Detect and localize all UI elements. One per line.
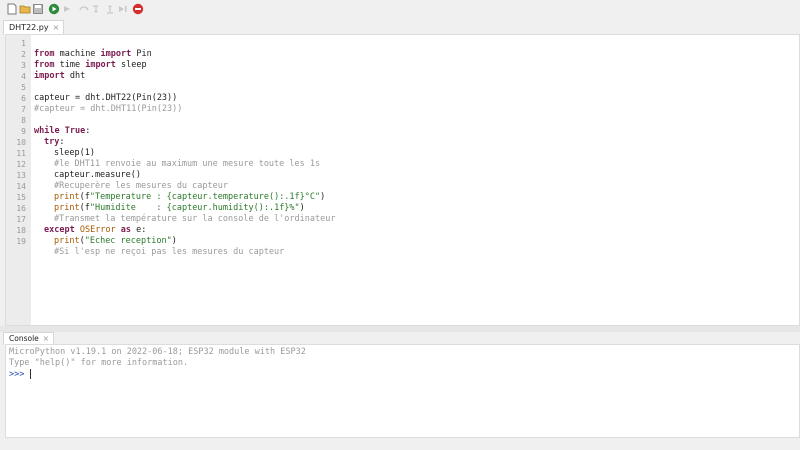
text-cursor (30, 369, 32, 379)
run-icon[interactable] (48, 3, 60, 15)
line-number: 16 (16, 204, 26, 213)
editor-tab-strip: DHT22.py × (0, 20, 800, 35)
code-line: capteur.measure() (54, 170, 141, 180)
code-line: capteur = dht.DHT22(Pin(23)) (34, 93, 178, 103)
step-into-icon[interactable] (91, 3, 103, 15)
comment-line: #Transmet la température sur la console … (54, 214, 336, 224)
console-prompt-line[interactable]: >>> (9, 369, 32, 381)
line-number: 4 (21, 72, 26, 81)
tab-dht22-py[interactable]: DHT22.py × (3, 20, 65, 35)
save-icon[interactable] (32, 3, 44, 15)
code-editor[interactable]: 1 from machine import Pin 2 from time im… (5, 34, 800, 326)
resume-icon[interactable] (117, 3, 129, 15)
debug-icon[interactable] (61, 3, 73, 15)
line-number: 11 (16, 149, 26, 158)
toolbar (0, 0, 800, 20)
console-banner-line: MicroPython v1.19.1 on 2022-06-18; ESP32… (9, 347, 306, 357)
line-number: 12 (16, 160, 26, 169)
console-panel[interactable]: MicroPython v1.19.1 on 2022-06-18; ESP32… (5, 344, 800, 438)
line-number: 13 (16, 171, 26, 180)
line-number: 2 (21, 50, 26, 59)
line-number: 1 (21, 39, 26, 48)
code-line: from time import sleep (34, 60, 147, 70)
code-line: while True: (34, 126, 91, 136)
step-out-icon[interactable] (104, 3, 116, 15)
code-line: except OSError as e: (44, 225, 147, 235)
close-icon[interactable]: × (53, 23, 60, 32)
open-folder-icon[interactable] (19, 3, 31, 15)
comment-line: #Recuperère les mesures du capteur (54, 181, 228, 191)
line-number: 5 (21, 83, 26, 92)
line-number: 10 (16, 138, 26, 147)
console-tab-strip: Console × (0, 332, 800, 345)
line-number: 15 (16, 193, 26, 202)
line-number: 17 (16, 215, 26, 224)
comment-line: #le DHT11 renvoie au maximum une mesure … (54, 159, 321, 169)
code-line: from machine import Pin (34, 49, 152, 59)
prompt: >>> (9, 369, 25, 380)
line-number: 9 (21, 127, 26, 136)
close-icon[interactable]: × (43, 334, 49, 343)
code-line: print(f"Temperature : {capteur.temperatu… (54, 192, 326, 202)
code-line: sleep(1) (54, 148, 95, 158)
line-number: 19 (16, 237, 26, 246)
console-help-line: Type "help()" for more information. (9, 358, 189, 368)
line-number: 14 (16, 182, 26, 191)
line-number: 7 (21, 105, 26, 114)
new-file-icon[interactable] (6, 3, 18, 15)
stop-icon[interactable] (132, 3, 144, 15)
line-number: 18 (16, 226, 26, 235)
tab-label: Console (9, 334, 39, 343)
line-number: 8 (21, 116, 26, 125)
step-over-icon[interactable] (78, 3, 90, 15)
code-line: import dht (34, 71, 86, 81)
code-line: print("Echec reception") (54, 236, 177, 246)
status-area (0, 438, 800, 450)
code-line: try: (44, 137, 65, 147)
line-number: 3 (21, 61, 26, 70)
code-line: print(f"Humidite : {capteur.humidity():.… (54, 203, 305, 213)
comment-line: #capteur = dht.DHT11(Pin(23)) (34, 104, 183, 114)
line-number: 6 (21, 94, 26, 103)
comment-line: #Si l'esp ne reçoi pas les mesures du ca… (54, 247, 285, 257)
tab-label: DHT22.py (9, 23, 49, 32)
